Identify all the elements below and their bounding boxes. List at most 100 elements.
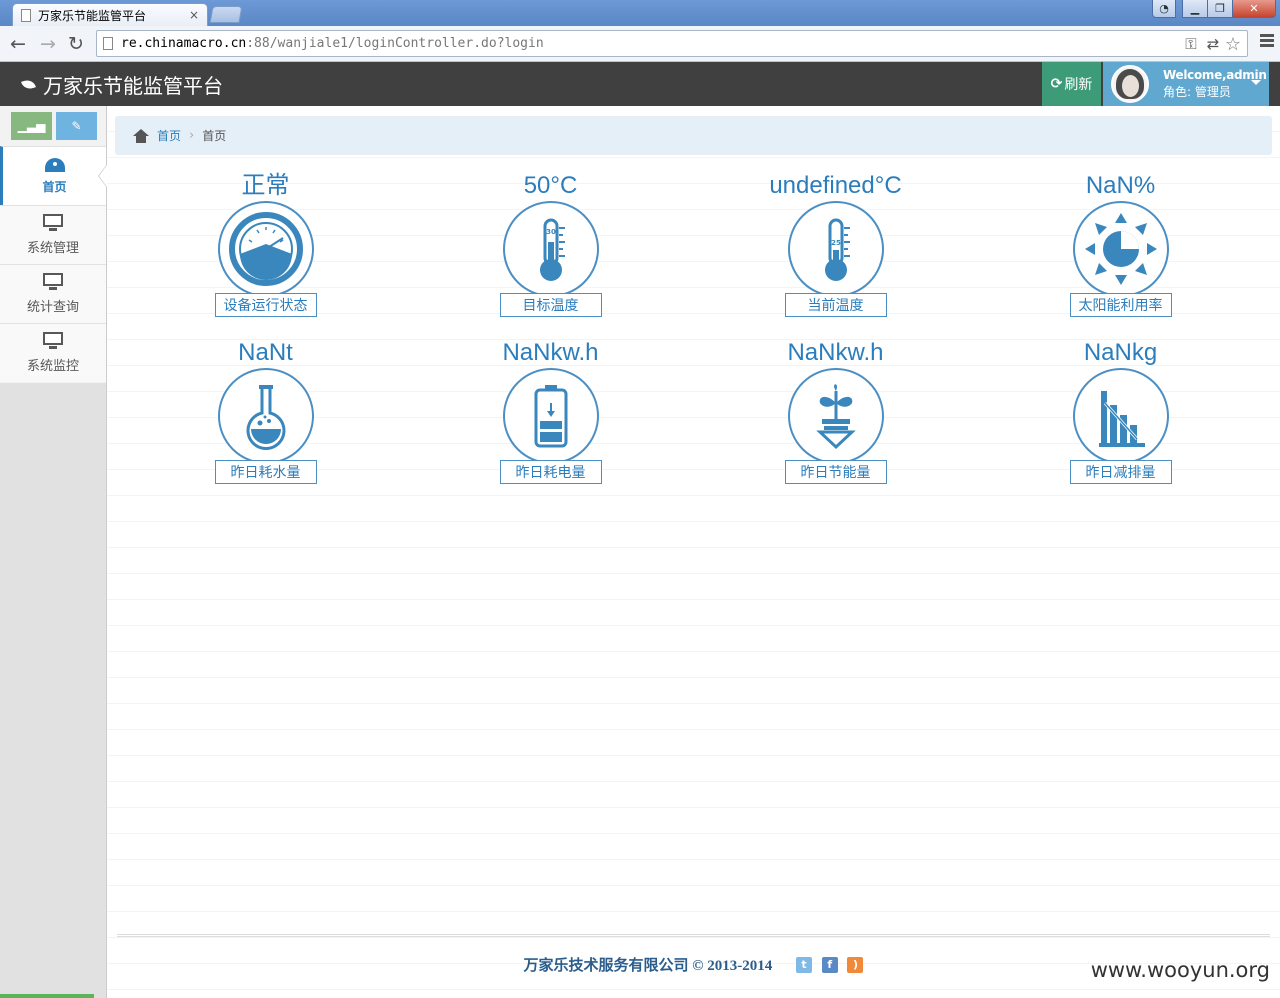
tile-caption: 当前温度 xyxy=(784,293,887,317)
tile-solar-utilization[interactable]: NaN% 太阳能利用率 xyxy=(978,171,1263,321)
scrollbar[interactable] xyxy=(0,994,94,998)
profile-icon[interactable]: ◔ xyxy=(1152,0,1176,18)
tile-icon-circle xyxy=(217,201,314,297)
rss-icon[interactable]: ) xyxy=(847,956,864,973)
stats-shortcut-button[interactable]: ▁▃▅ xyxy=(11,112,52,140)
tile-icon-circle: 25 xyxy=(787,201,884,297)
sidebar-item-label: 系统管理 xyxy=(26,241,79,256)
refresh-label: 刷新 xyxy=(1064,77,1093,93)
close-window-button[interactable]: ✕ xyxy=(1232,0,1276,18)
tab-title: 万家乐节能监管平台 xyxy=(38,8,147,23)
thermometer-icon: 25 xyxy=(824,218,850,281)
gauge-icon xyxy=(228,212,303,286)
tile-water-usage[interactable]: NaNt 昨日耗水量 xyxy=(123,338,408,488)
browser-tab[interactable]: 万家乐节能监管平台 × xyxy=(12,3,208,26)
tile-value: NaNt xyxy=(238,339,293,366)
tile-icon-circle: 30 xyxy=(502,201,599,297)
app-header: 万家乐节能监管平台 ⟳ 刷新 Welcome,admin 角色: 管理员 xyxy=(0,62,1280,106)
tile-value: NaN% xyxy=(1085,172,1156,199)
leaf-icon xyxy=(21,78,36,91)
caret-down-icon xyxy=(1251,80,1261,85)
brand[interactable]: 万家乐节能监管平台 xyxy=(21,70,223,99)
browser-tab-bar: 万家乐节能监管平台 × ◔ ▁ ❐ ✕ xyxy=(0,0,1280,26)
sidebar-item-home[interactable]: 首页 xyxy=(0,146,107,205)
browser-menu-icon[interactable] xyxy=(1260,34,1274,48)
sidebar-item-label: 首页 xyxy=(42,179,67,194)
tile-current-temperature[interactable]: undefined°C 25 当前温度 xyxy=(693,171,978,321)
restore-button[interactable]: ❐ xyxy=(1207,0,1233,18)
user-menu[interactable]: Welcome,admin 角色: 管理员 xyxy=(1103,62,1269,106)
breadcrumb-home-link[interactable]: 首页 xyxy=(157,127,181,144)
sidebar-item-statistics-query[interactable]: 统计查询 xyxy=(0,264,106,323)
watermark: www.wooyun.org xyxy=(1090,958,1270,982)
url-path[interactable]: :88/wanjiale1/loginController.do?login xyxy=(246,36,543,51)
tile-caption: 昨日耗水量 xyxy=(214,460,317,484)
avatar xyxy=(1111,65,1149,103)
tile-caption: 目标温度 xyxy=(499,293,602,317)
signal-icon: ▁▃▅ xyxy=(17,119,46,133)
new-tab-button[interactable] xyxy=(209,6,243,23)
forward-icon[interactable]: → xyxy=(36,32,60,56)
tile-device-status[interactable]: 正常 设备运行状态 xyxy=(123,171,408,321)
tile-caption: 昨日节能量 xyxy=(784,460,887,484)
monitor-icon xyxy=(43,214,63,231)
breadcrumb-current: 首页 xyxy=(202,129,227,143)
main-content: 首页 › 首页 正常 设备运行状态 50°C 30 目标温度 undefined… xyxy=(107,106,1280,998)
page-icon xyxy=(103,37,113,50)
bar-chart-icon xyxy=(1098,391,1145,447)
battery-icon xyxy=(534,385,567,448)
monitor-icon xyxy=(43,332,63,349)
tile-emission-reduction[interactable]: NaNkg 昨日减排量 xyxy=(978,338,1263,488)
dashboard-icon xyxy=(44,157,65,172)
address-bar[interactable]: re.chinamacro.cn:88/wanjiale1/loginContr… xyxy=(96,30,1248,57)
tile-caption: 太阳能利用率 xyxy=(1069,293,1172,317)
tile-icon-circle xyxy=(217,368,314,464)
twitter-icon[interactable]: t xyxy=(795,956,812,973)
tab-close-icon[interactable]: × xyxy=(189,8,199,22)
sidebar-filler xyxy=(0,383,106,998)
sidebar-item-system-management[interactable]: 系统管理 xyxy=(0,205,106,264)
sidebar-item-label: 统计查询 xyxy=(26,300,79,315)
tile-value: 50°C xyxy=(523,172,578,199)
sidebar-item-system-monitoring[interactable]: 系统监控 xyxy=(0,323,106,382)
monitor-icon xyxy=(43,273,63,290)
tile-icon-circle xyxy=(1072,368,1169,464)
tile-value: NaNkg xyxy=(1083,339,1158,366)
facebook-icon[interactable]: f xyxy=(821,956,838,973)
tile-target-temperature[interactable]: 50°C 30 目标温度 xyxy=(408,171,693,321)
url-host[interactable]: re.chinamacro.cn xyxy=(121,36,246,51)
footer-copyright: 万家乐技术服务有限公司 © 2013-2014 xyxy=(523,958,773,974)
thermometer-icon: 30 xyxy=(539,218,565,281)
page-icon xyxy=(21,8,31,22)
pencil-icon: ✎ xyxy=(71,119,82,133)
tile-value: 正常 xyxy=(241,172,290,199)
tile-caption: 设备运行状态 xyxy=(214,293,317,317)
thermometer-mark: 30 xyxy=(546,228,556,236)
tile-icon-circle xyxy=(502,368,599,464)
tile-caption: 昨日耗电量 xyxy=(499,460,602,484)
key-icon[interactable]: ⚿ xyxy=(1181,34,1201,54)
star-icon[interactable]: ☆ xyxy=(1223,34,1243,55)
tile-value: undefined°C xyxy=(769,172,902,199)
translate-icon[interactable]: ⇄ xyxy=(1203,34,1223,54)
tile-caption: 昨日减排量 xyxy=(1069,460,1172,484)
breadcrumb: 首页 › 首页 xyxy=(115,116,1272,155)
refresh-icon: ⟳ xyxy=(1050,76,1063,92)
footer-divider xyxy=(117,934,1270,937)
reload-icon[interactable]: ↻ xyxy=(64,32,88,56)
minimize-button[interactable]: ▁ xyxy=(1182,0,1208,18)
home-icon xyxy=(133,128,149,143)
tile-icon-circle xyxy=(787,368,884,464)
brand-title: 万家乐节能监管平台 xyxy=(43,74,223,98)
tile-energy-saving[interactable]: NaNkw.h 昨日节能量 xyxy=(693,338,978,488)
tile-value: NaNkw.h xyxy=(502,339,599,366)
sidebar-item-label: 系统监控 xyxy=(26,359,79,374)
back-icon[interactable]: ← xyxy=(6,32,30,56)
plant-icon xyxy=(815,384,856,450)
tile-value: NaNkw.h xyxy=(787,339,884,366)
edit-shortcut-button[interactable]: ✎ xyxy=(56,112,97,140)
flask-icon xyxy=(246,385,285,451)
sun-icon xyxy=(1084,213,1157,285)
refresh-button[interactable]: ⟳ 刷新 xyxy=(1042,62,1101,106)
tile-power-usage[interactable]: NaNkw.h 昨日耗电量 xyxy=(408,338,693,488)
